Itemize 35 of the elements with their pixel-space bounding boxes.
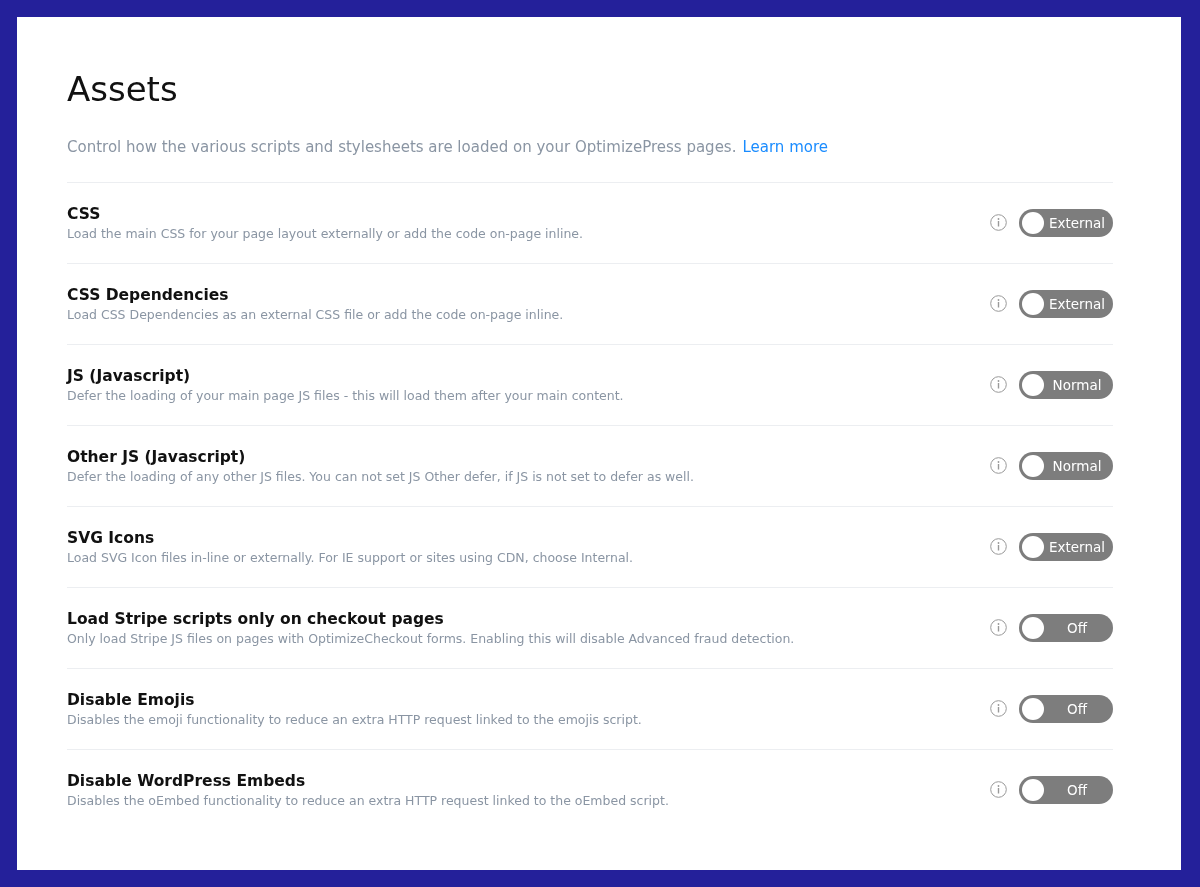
setting-description: Load SVG Icon files in-line or externally. For IE support or sites using CDN, choose Internal.	[67, 549, 635, 565]
setting-description: Only load Stripe JS files on pages with OptimizeCheckout forms. Enabling this will disable Advanced fraud detection.	[67, 630, 796, 646]
learn-more-link[interactable]: Learn more	[742, 137, 828, 156]
setting-label: SVG Icons	[67, 528, 156, 547]
toggle-switch[interactable]: Off	[1019, 613, 1113, 642]
toggle-switch[interactable]: External	[1019, 532, 1113, 561]
setting-label: Disable Emojis	[67, 690, 196, 709]
setting-description: Load CSS Dependencies as an external CSS file or add the code on-page inline.	[67, 306, 565, 322]
setting-label: JS (Javascript)	[67, 366, 192, 385]
setting-label: Other JS (Javascript)	[67, 447, 247, 466]
toggle-switch[interactable]: External	[1019, 208, 1113, 237]
setting-description: Defer the loading of your main page JS files - this will load them after your main content.	[67, 387, 625, 403]
setting-label: CSS	[67, 204, 102, 223]
toggle-switch[interactable]: External	[1019, 289, 1113, 318]
info-icon[interactable]	[990, 214, 1007, 232]
info-icon[interactable]	[990, 376, 1007, 394]
info-icon[interactable]	[990, 619, 1007, 637]
setting-label: Disable WordPress Embeds	[67, 771, 307, 790]
toggle-switch[interactable]: Normal	[1019, 370, 1113, 399]
info-icon[interactable]	[990, 781, 1007, 799]
intro-text: Control how the various scripts and stylesheets are loaded on your OptimizePress pages.	[67, 137, 737, 156]
toggle-switch[interactable]: Off	[1019, 775, 1113, 804]
info-icon[interactable]	[990, 538, 1007, 556]
info-icon[interactable]	[990, 700, 1007, 718]
toggle-switch[interactable]: Off	[1019, 694, 1113, 723]
setting-label: CSS Dependencies	[67, 285, 230, 304]
page-title: Assets	[67, 69, 179, 110]
setting-description: Defer the loading of any other JS files. You can not set JS Other defer, if JS is not set to defer as well.	[67, 468, 695, 484]
info-icon[interactable]	[990, 457, 1007, 475]
setting-description: Disables the oEmbed functionality to reduce an extra HTTP request linked to the oEmbed script.	[67, 792, 670, 808]
info-icon[interactable]	[990, 295, 1007, 313]
setting-description: Disables the emoji functionality to reduce an extra HTTP request linked to the emojis script.	[67, 711, 643, 727]
toggle-switch[interactable]: Normal	[1019, 451, 1113, 480]
setting-description: Load the main CSS for your page layout externally or add the code on-page inline.	[67, 225, 584, 241]
setting-label: Load Stripe scripts only on checkout pages	[67, 609, 445, 628]
